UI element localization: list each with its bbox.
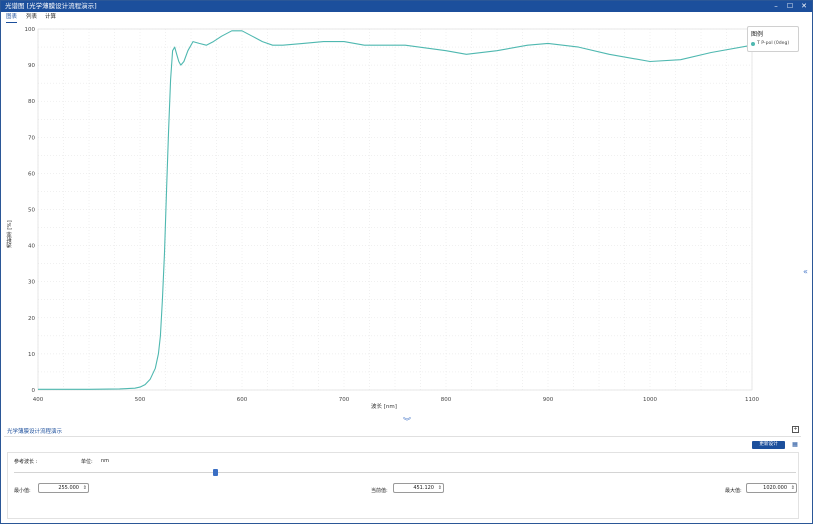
y-tick-label: 10 bbox=[28, 352, 35, 358]
legend-color-dot bbox=[751, 41, 755, 46]
current-value-field[interactable]: 451.120 ⇕ bbox=[393, 483, 444, 493]
legend-entry[interactable]: T P-pol (0deg) bbox=[751, 41, 795, 46]
min-value-text: 255.000 bbox=[58, 485, 79, 491]
maximize-button[interactable]: ☐ bbox=[786, 2, 794, 11]
y-tick-label: 50 bbox=[28, 208, 35, 214]
wavelength-slider-track[interactable] bbox=[14, 472, 796, 473]
x-axis-label: 波长 [nm] bbox=[371, 404, 397, 410]
window-title: 光谱图 [光学薄膜设计流程演示] bbox=[5, 2, 97, 10]
x-tick-label: 1100 bbox=[745, 397, 759, 403]
window-controls: – ☐ ✕ bbox=[772, 1, 808, 12]
y-axis-label: 透射率 [%] bbox=[7, 220, 13, 248]
reference-wavelength-label: 参考波长 : bbox=[14, 459, 38, 465]
unit-value: nm bbox=[101, 458, 110, 464]
expand-icon[interactable]: + bbox=[792, 426, 799, 433]
legend-title: 图例 bbox=[751, 31, 764, 38]
chart-legend: 图例 T P-pol (0deg) bbox=[747, 26, 799, 52]
current-value-text: 451.120 bbox=[413, 485, 434, 491]
current-spin-icon[interactable]: ⇕ bbox=[438, 484, 442, 492]
wavelength-slider-handle[interactable] bbox=[213, 469, 218, 476]
y-tick-label: 0 bbox=[32, 388, 36, 394]
title-bar: 光谱图 [光学薄膜设计流程演示] – ☐ ✕ bbox=[1, 1, 812, 12]
spectrum-chart: 400 500 600 700 800 900 1000 1100 0 10 20 30 40 50 60 7… bbox=[4, 24, 801, 417]
update-design-button[interactable]: 更新设计 bbox=[752, 441, 785, 449]
max-spin-icon[interactable]: ⇕ bbox=[791, 484, 795, 492]
x-tick-label: 600 bbox=[237, 397, 248, 403]
tab-calc[interactable]: 计算 bbox=[45, 12, 56, 23]
y-tick-label: 80 bbox=[28, 99, 35, 105]
y-tick-label: 30 bbox=[28, 280, 35, 286]
tab-list[interactable]: 列表 bbox=[26, 12, 37, 23]
max-value-text: 1020.000 bbox=[763, 485, 787, 491]
design-panel: 光学薄膜设计流程演示 + 更新设计 ▦ 参考波长 : 单位: nm 最小值: 2… bbox=[4, 424, 801, 521]
app-window: 光谱图 [光学薄膜设计流程演示] – ☐ ✕ 图表 列表 计算 400 500 60… bbox=[0, 0, 813, 524]
unit-label: 单位: bbox=[81, 459, 93, 465]
x-tick-label: 700 bbox=[339, 397, 350, 403]
max-value-label: 最大值: bbox=[725, 488, 742, 494]
max-value-field[interactable]: 1020.000 ⇕ bbox=[746, 483, 797, 493]
settings-icon[interactable]: ▦ bbox=[791, 441, 799, 449]
panel-divider bbox=[4, 436, 801, 437]
reference-wavelength-box: 参考波长 : 单位: nm 最小值: 255.000 ⇕ 当前值: 451.12… bbox=[7, 452, 799, 519]
chart-canvas: 400 500 600 700 800 900 1000 1100 0 10 20 30 40 50 60 7… bbox=[25, 27, 760, 403]
y-tick-label: 60 bbox=[28, 171, 35, 177]
x-tick-label: 400 bbox=[33, 397, 44, 403]
min-value-field[interactable]: 255.000 ⇕ bbox=[38, 483, 89, 493]
current-value-label: 当前值: bbox=[371, 488, 388, 494]
close-button[interactable]: ✕ bbox=[800, 2, 808, 11]
y-tick-label: 70 bbox=[28, 135, 35, 141]
side-collapse-icon[interactable]: « bbox=[803, 267, 808, 276]
legend-series-name: T P-pol (0deg) bbox=[757, 41, 790, 46]
x-tick-label: 800 bbox=[441, 397, 452, 403]
tab-chart[interactable]: 图表 bbox=[6, 12, 18, 23]
x-tick-label: 1000 bbox=[643, 397, 657, 403]
y-tick-label: 20 bbox=[28, 316, 35, 322]
y-tick-label: 90 bbox=[28, 63, 35, 69]
x-tick-label: 900 bbox=[543, 397, 554, 403]
x-tick-label: 500 bbox=[135, 397, 146, 403]
minimize-button[interactable]: – bbox=[772, 2, 780, 11]
min-value-label: 最小值: bbox=[14, 488, 31, 494]
menu-bar: 图表 列表 计算 bbox=[1, 12, 812, 23]
min-spin-icon[interactable]: ⇕ bbox=[83, 484, 87, 492]
y-tick-label: 100 bbox=[25, 27, 36, 33]
y-tick-label: 40 bbox=[28, 244, 35, 250]
